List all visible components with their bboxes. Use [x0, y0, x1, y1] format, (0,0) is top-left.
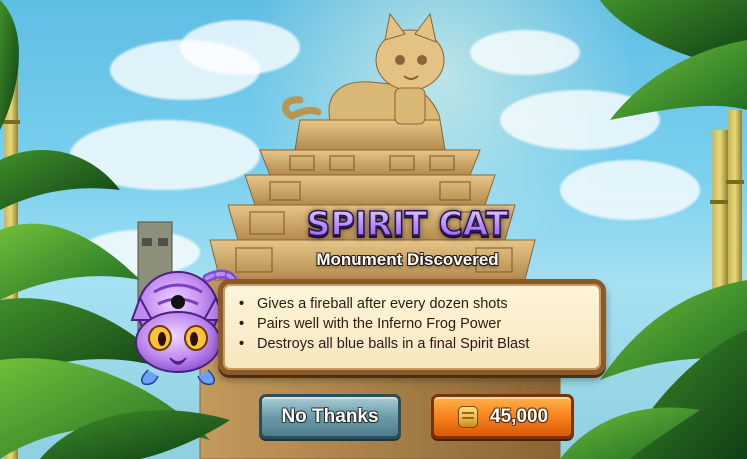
buy-button[interactable]: 45,000	[431, 394, 574, 439]
no-thanks-label: No Thanks	[281, 405, 379, 427]
monument-title: SPIRIT CAT	[34, 203, 747, 244]
perk-item: • Gives a fireball after every dozen shot…	[239, 294, 601, 314]
perk-list: • Gives a fireball after every dozen shot…	[223, 284, 601, 354]
cat-statue	[281, 12, 445, 125]
perk-item: • Destroys all blue balls in a final Spir…	[239, 334, 601, 354]
bullet: •	[239, 296, 245, 312]
bullet: •	[239, 316, 245, 332]
perks-panel: • Gives a fireball after every dozen shot…	[218, 279, 606, 375]
gold-coin-icon	[458, 405, 478, 428]
game-scene: SPIRIT CAT Monument Discovered • Gives a …	[0, 0, 747, 459]
no-thanks-button[interactable]: No Thanks	[259, 394, 401, 439]
perk-text: Pairs well with the Inferno Frog Power	[257, 316, 502, 332]
perk-text: Destroys all blue balls in a final Spiri…	[257, 336, 530, 352]
perk-text: Gives a fireball after every dozen shots	[257, 296, 508, 312]
buy-price: 45,000	[490, 405, 549, 427]
bullet: •	[239, 336, 245, 352]
monument-subtitle: Monument Discovered	[316, 250, 499, 269]
perk-item: • Pairs well with the Inferno Frog Power	[239, 314, 601, 334]
